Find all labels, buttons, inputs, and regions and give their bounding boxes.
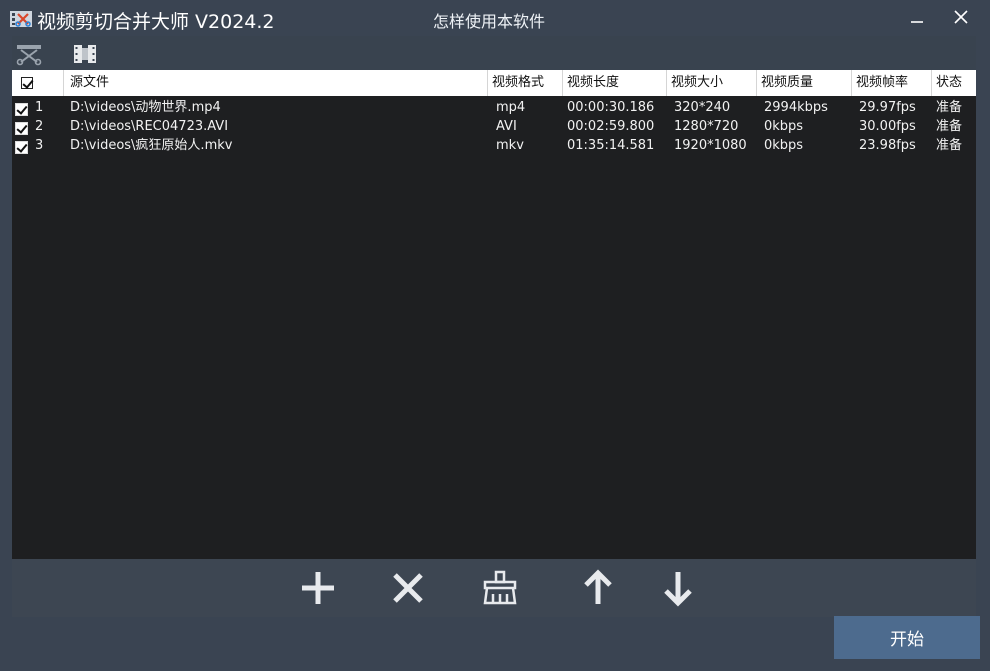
row-duration: 00:00:30.186	[567, 100, 655, 115]
merge-tool-button[interactable]	[70, 40, 100, 68]
move-up-button[interactable]	[575, 567, 621, 609]
row-number: 3	[35, 138, 44, 153]
arrow-up-icon	[584, 569, 612, 604]
file-list[interactable]: 源文件 视频格式 视频长度 视频大小 视频质量 视频帧率 状态 1 D:\vid…	[12, 70, 976, 559]
close-button[interactable]	[946, 4, 976, 30]
row-fps: 29.97fps	[859, 100, 916, 115]
row-status: 准备	[936, 119, 963, 134]
row-checkbox[interactable]	[15, 140, 28, 154]
row-duration: 00:02:59.800	[567, 119, 655, 134]
action-bar	[12, 559, 976, 617]
row-status: 准备	[936, 138, 963, 153]
close-icon	[954, 10, 968, 24]
row-number: 1	[35, 100, 44, 115]
x-icon	[393, 573, 423, 603]
column-header-format[interactable]: 视频格式	[488, 70, 563, 96]
minimize-button[interactable]	[902, 4, 932, 30]
cut-tool-button[interactable]	[14, 40, 44, 68]
table-row[interactable]: 2 D:\videos\REC04723.AVI AVI 00:02:59.80…	[12, 117, 976, 136]
add-file-button[interactable]	[295, 567, 341, 609]
table-row[interactable]: 3 D:\videos\疯狂原始人.mkv mkv 01:35:14.581 1…	[12, 136, 976, 155]
column-header-duration[interactable]: 视频长度	[563, 70, 667, 96]
file-rows: 1 D:\videos\动物世界.mp4 mp4 00:00:30.186 32…	[12, 98, 976, 155]
list-header: 源文件 视频格式 视频长度 视频大小 视频质量 视频帧率 状态	[12, 70, 976, 96]
row-quality: 0kbps	[764, 119, 804, 134]
row-status: 准备	[936, 100, 963, 115]
start-button[interactable]: 开始	[834, 616, 980, 659]
column-header-quality[interactable]: 视频质量	[757, 70, 852, 96]
row-fps: 30.00fps	[859, 119, 916, 134]
header-select-all[interactable]	[12, 70, 64, 96]
row-number: 2	[35, 119, 44, 134]
toolbar	[12, 36, 976, 70]
row-quality: 2994kbps	[764, 100, 828, 115]
row-format: mkv	[496, 138, 524, 153]
select-all-checkbox[interactable]	[21, 77, 33, 89]
film-merge-icon	[74, 45, 96, 63]
row-checkbox[interactable]	[15, 102, 28, 116]
row-size: 320*240	[674, 100, 731, 115]
arrow-down-icon	[664, 572, 692, 607]
remove-file-button[interactable]	[385, 567, 431, 609]
scissors-icon	[16, 45, 42, 66]
minimize-icon	[911, 21, 923, 23]
column-header-fps[interactable]: 视频帧率	[852, 70, 932, 96]
row-format: mp4	[496, 100, 526, 115]
row-source: D:\videos\REC04723.AVI	[70, 119, 229, 134]
help-link[interactable]: 怎样使用本软件	[433, 8, 545, 32]
row-source: D:\videos\动物世界.mp4	[70, 100, 221, 115]
row-format: AVI	[496, 119, 517, 134]
app-title: 视频剪切合并大师 V2024.2	[37, 11, 275, 33]
column-header-status[interactable]: 状态	[932, 70, 976, 96]
move-down-button[interactable]	[655, 567, 701, 609]
row-duration: 01:35:14.581	[567, 138, 655, 153]
row-source: D:\videos\疯狂原始人.mkv	[70, 138, 233, 153]
title-bar: 视频剪切合并大师 V2024.2 怎样使用本软件	[0, 0, 990, 36]
plus-icon	[302, 572, 334, 604]
broom-icon	[483, 570, 517, 605]
column-header-source[interactable]: 源文件	[64, 70, 488, 96]
row-size: 1280*720	[674, 119, 739, 134]
row-size: 1920*1080	[674, 138, 747, 153]
row-checkbox[interactable]	[15, 121, 28, 135]
column-header-size[interactable]: 视频大小	[667, 70, 757, 96]
row-fps: 23.98fps	[859, 138, 916, 153]
table-row[interactable]: 1 D:\videos\动物世界.mp4 mp4 00:00:30.186 32…	[12, 98, 976, 117]
row-quality: 0kbps	[764, 138, 804, 153]
app-logo-icon	[10, 10, 32, 28]
clear-list-button[interactable]	[477, 567, 523, 609]
